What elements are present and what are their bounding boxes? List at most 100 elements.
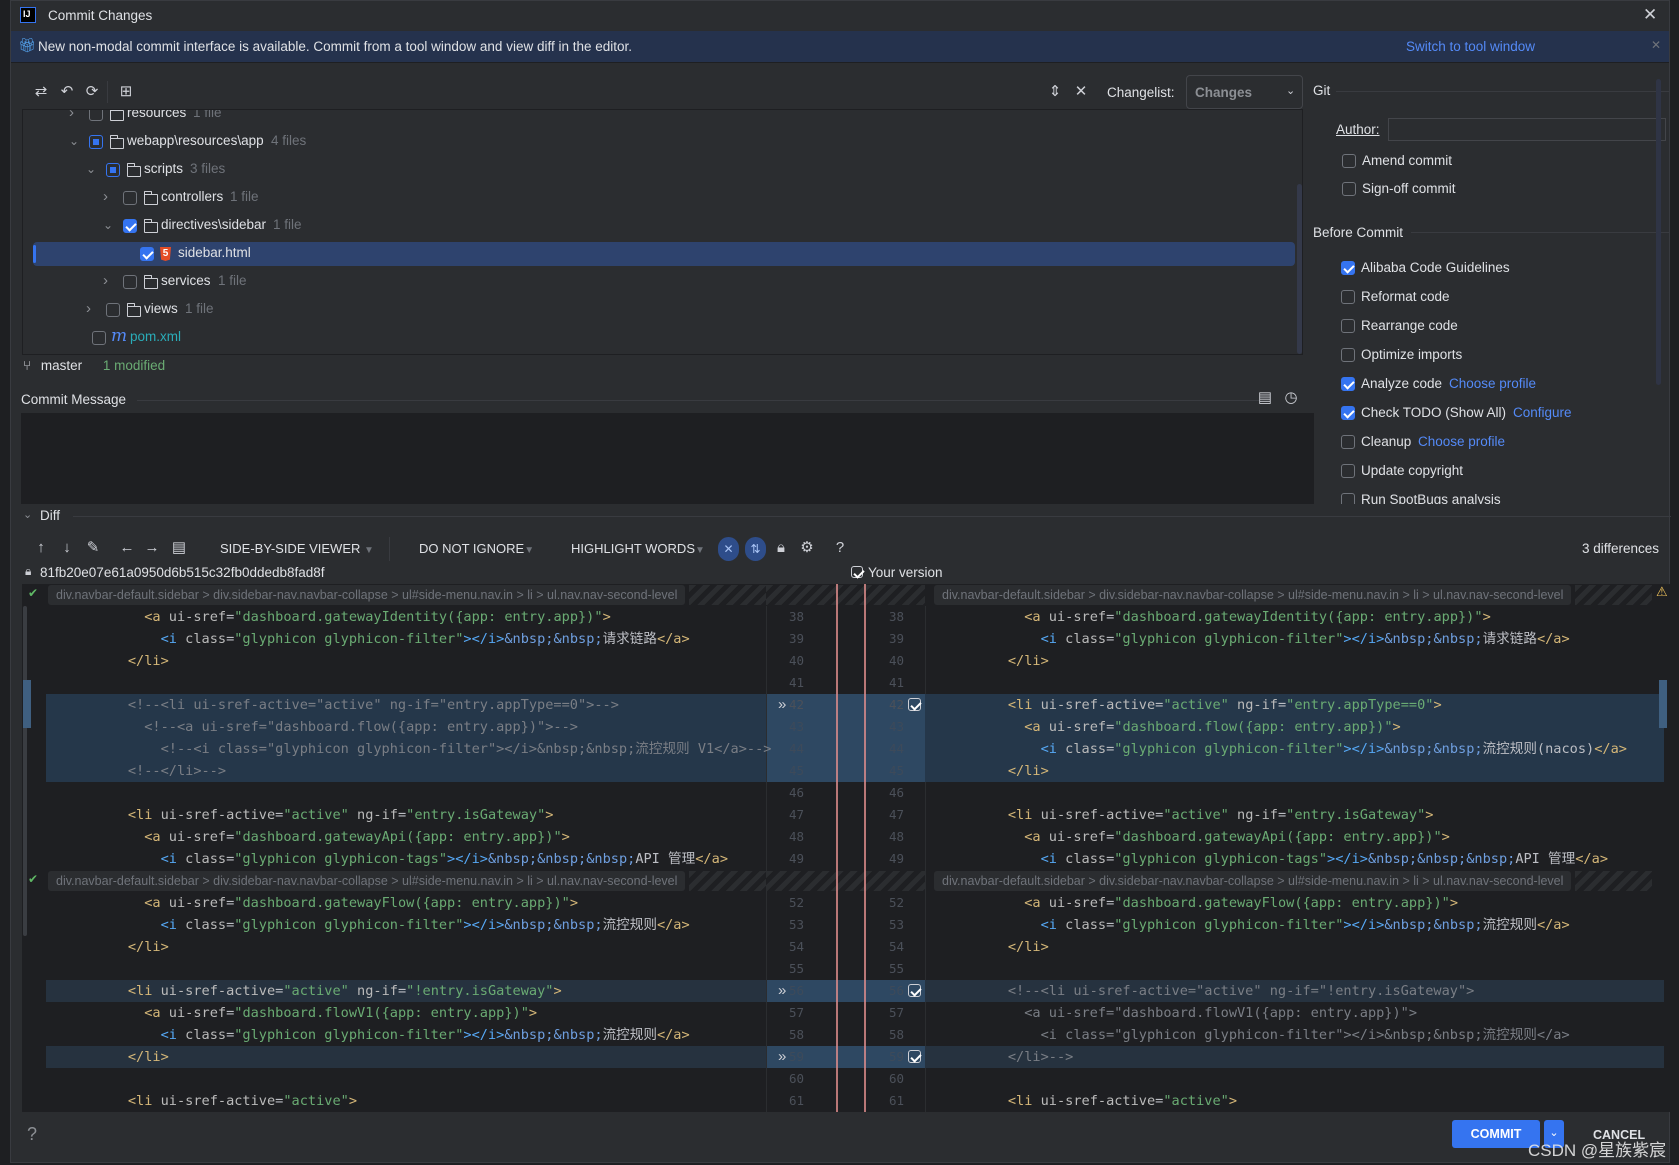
collapse-unchanged-icon[interactable]: ✕ [718,537,739,561]
tree-item-checkbox[interactable] [140,247,154,261]
breadcrumb-right[interactable]: div.navbar-default.sidebar > div.sidebar… [934,871,1572,891]
sign-off-commit-label[interactable]: Sign-off commit [1362,181,1456,196]
check-todo-show-all-profile-link[interactable]: Configure [1513,405,1572,420]
tree-item-checkbox[interactable] [123,275,137,289]
include-change-checkbox[interactable] [908,698,921,711]
ignore-whitespace-dropdown[interactable]: DO NOT IGNORE▼ [419,541,534,556]
amend-commit-label[interactable]: Amend commit [1362,153,1452,168]
next-file-icon[interactable]: → [143,540,161,556]
group-by-icon[interactable]: ⊞ [117,84,135,100]
tree-item-checkbox[interactable] [89,135,103,149]
chevron-right-icon[interactable]: › [103,186,108,208]
right-change-marker[interactable] [1659,680,1667,728]
commit-message-input[interactable] [21,413,1314,504]
rearrange-code-checkbox[interactable] [1341,319,1355,333]
update-copyright-checkbox[interactable] [1341,464,1355,478]
tree-item[interactable]: ⌄ directives\sidebar 1 file [23,214,1293,238]
tree-item-checkbox[interactable] [106,303,120,317]
collapse-all-icon[interactable]: ✕ [1072,84,1090,100]
include-change-checkbox[interactable] [908,1050,921,1063]
lock-icon[interactable]: 🔒︎ [772,540,790,556]
help-button[interactable]: ? [27,1124,37,1145]
previous-file-icon[interactable]: ← [118,540,136,556]
highlight-words-dropdown[interactable]: HIGHLIGHT WORDS▼ [571,541,705,556]
changelist-select[interactable]: Changes ⌄ [1186,75,1303,109]
close-icon[interactable]: ✕ [1643,5,1657,25]
author-input[interactable] [1388,118,1666,141]
check-todo-show-all-checkbox[interactable] [1341,406,1355,420]
options-scrollbar[interactable] [1656,79,1661,385]
switch-to-tool-window-link[interactable]: Switch to tool window [1406,39,1535,54]
breadcrumb-left[interactable]: div.navbar-default.sidebar > div.sidebar… [48,585,686,605]
tree-item[interactable]: ⌄ webapp\resources\app 4 files [23,130,1293,154]
sign-off-commit-checkbox[interactable] [1342,182,1356,196]
move-to-changelist-icon[interactable]: ⇄ [32,84,50,100]
update-copyright-label[interactable]: Update copyright [1361,463,1463,478]
viewer-mode-dropdown[interactable]: SIDE-BY-SIDE VIEWER ▼ [220,541,374,556]
cleanup-checkbox[interactable] [1341,435,1355,449]
previous-difference-icon[interactable]: ↑ [32,540,50,556]
tree-item-checkbox[interactable] [106,163,120,177]
cleanup-profile-link[interactable]: Choose profile [1418,434,1505,449]
optimize-imports-label[interactable]: Optimize imports [1361,347,1462,362]
tree-item[interactable]: › services 1 file [23,270,1293,294]
reformat-code-label[interactable]: Reformat code [1361,289,1450,304]
run-spotbugs-analysis-checkbox[interactable] [1341,493,1355,504]
tree-item-checkbox[interactable] [123,219,137,233]
banner-close-icon[interactable]: ✕ [1651,38,1661,52]
analyze-code-profile-link[interactable]: Choose profile [1449,376,1536,391]
tree-item[interactable]: 5 sidebar.html [33,242,1295,266]
chevron-right-icon[interactable]: › [103,270,108,292]
sync-scroll-icon[interactable]: ⇅ [745,537,766,561]
check-todo-show-all-label[interactable]: Check TODO (Show All) [1361,405,1506,420]
optimize-imports-checkbox[interactable] [1341,348,1355,362]
tree-item[interactable]: › controllers 1 file [23,186,1293,210]
code-token: "glyphicon glyphicon-tags" [1114,851,1328,867]
analyze-code-checkbox[interactable] [1341,377,1355,391]
include-change-checkbox[interactable] [908,984,921,997]
cleanup-label[interactable]: Cleanup [1361,434,1411,449]
diff-collapse-chevron-icon[interactable]: ⌄ [23,508,32,521]
reformat-code-checkbox[interactable] [1341,290,1355,304]
alibaba-code-guidelines-label[interactable]: Alibaba Code Guidelines [1361,260,1510,275]
code-token: <li [1007,807,1033,823]
apply-change-arrow-icon[interactable]: » [778,980,786,1002]
help-icon[interactable]: ? [831,540,849,556]
tree-scrollbar[interactable] [1297,184,1302,354]
your-version-checkbox[interactable] [851,566,863,578]
apply-change-arrow-icon[interactable]: » [778,1046,786,1068]
chevron-right-icon[interactable]: › [86,298,91,320]
tree-item-checkbox[interactable] [89,110,103,121]
analyze-code-label[interactable]: Analyze code [1361,376,1442,391]
breadcrumb-left[interactable]: div.navbar-default.sidebar > div.sidebar… [48,871,686,891]
chevron-right-icon[interactable]: › [69,110,74,124]
history-icon[interactable]: ◷ [1282,390,1300,406]
chevron-down-icon[interactable]: ⌄ [69,130,79,152]
rearrange-code-label[interactable]: Rearrange code [1361,318,1458,333]
apply-change-arrow-icon[interactable]: » [778,694,786,716]
refresh-icon[interactable]: ⟳ [83,84,101,100]
tree-item-checkbox[interactable] [123,191,137,205]
changes-list-icon[interactable]: ▤ [170,540,188,556]
edit-source-icon[interactable]: ✎ [84,540,102,556]
commit-button[interactable]: COMMIT [1452,1120,1540,1148]
chevron-down-icon[interactable]: ⌄ [103,214,113,236]
settings-gear-icon[interactable]: ⚙ [798,540,816,556]
tree-item[interactable]: › resources 1 file [23,110,1293,126]
tree-item[interactable]: › views 1 file [23,298,1293,322]
tree-item[interactable]: m pom.xml [23,326,1293,350]
amend-commit-checkbox[interactable] [1342,154,1356,168]
breadcrumb-right[interactable]: div.navbar-default.sidebar > div.sidebar… [934,585,1572,605]
chevron-down-icon[interactable]: ⌄ [86,158,96,180]
run-spotbugs-analysis-label[interactable]: Run SpotBugs analysis [1361,492,1501,504]
rollback-icon[interactable]: ↶ [58,84,76,100]
next-difference-icon[interactable]: ↓ [58,540,76,556]
left-scrollbar[interactable] [23,606,27,936]
alibaba-code-guidelines-checkbox[interactable] [1341,261,1355,275]
expand-all-icon[interactable]: ⇕ [1046,84,1064,100]
tree-item-checkbox[interactable] [92,331,106,345]
commit-template-icon[interactable]: ▤ [1256,390,1274,406]
branch-name[interactable]: master [41,358,82,373]
tree-item[interactable]: ⌄ scripts 3 files [23,158,1293,182]
